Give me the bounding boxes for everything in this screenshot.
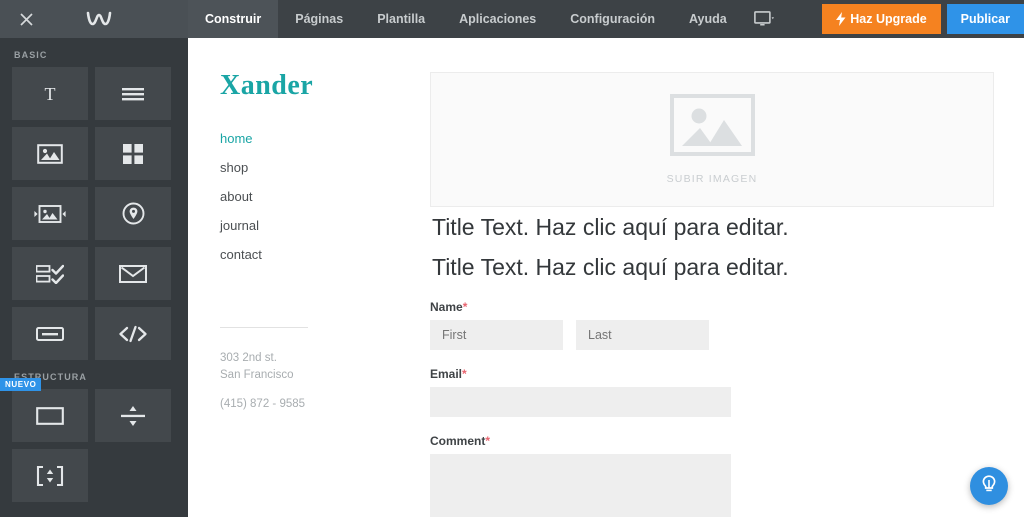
site-address: 303 2nd st. San Francisco: [188, 328, 410, 384]
tile-grid-estructura: NUEVO: [0, 378, 176, 502]
lightning-bolt-icon: [836, 12, 846, 26]
name-required-marker: *: [462, 300, 468, 314]
element-map[interactable]: [95, 187, 171, 240]
tile-grid-basic: T: [12, 67, 176, 360]
panel-header: [0, 0, 188, 38]
element-section[interactable]: NUEVO: [0, 378, 88, 442]
close-icon[interactable]: [0, 0, 52, 38]
email-input[interactable]: [430, 387, 731, 417]
tab-aplicaciones[interactable]: Aplicaciones: [442, 0, 553, 38]
monitor-dropdown-icon[interactable]: [744, 0, 785, 38]
email-field-row: [430, 387, 1024, 417]
tab-plantilla[interactable]: Plantilla: [360, 0, 442, 38]
element-slideshow[interactable]: [12, 187, 88, 240]
site-nav-home[interactable]: home: [220, 124, 410, 153]
site-main-content: SUBIR IMAGEN Title Text. Haz clic aquí p…: [430, 38, 1024, 517]
panel-body: BASIC T ESTRUCTURA NUEVO: [0, 38, 188, 502]
tab-configuracion[interactable]: Configuración: [553, 0, 672, 38]
element-form[interactable]: [12, 247, 88, 300]
upgrade-label: Haz Upgrade: [850, 12, 927, 26]
image-upload-placeholder[interactable]: SUBIR IMAGEN: [430, 72, 994, 207]
site-nav-about[interactable]: about: [220, 182, 410, 211]
image-upload-label: SUBIR IMAGEN: [666, 173, 758, 185]
field-label-comment: Comment*: [430, 434, 1024, 448]
tab-ayuda[interactable]: Ayuda: [672, 0, 744, 38]
comment-required-marker: *: [485, 434, 491, 448]
elements-panel: BASIC T ESTRUCTURA NUEVO: [0, 0, 188, 517]
site-navigation: home shop about journal contact: [188, 102, 410, 269]
element-text[interactable]: T: [12, 67, 88, 120]
element-contact[interactable]: [95, 247, 171, 300]
element-button[interactable]: [12, 307, 88, 360]
site-logo[interactable]: Xander: [188, 38, 410, 102]
title-text-2[interactable]: Title Text. Haz clic aquí para editar.: [430, 247, 1024, 287]
name-label-text: Name: [430, 300, 463, 314]
element-spacer[interactable]: [12, 449, 88, 502]
element-gallery[interactable]: [95, 127, 171, 180]
publish-button[interactable]: Publicar: [946, 4, 1024, 34]
svg-text:T: T: [45, 84, 56, 104]
top-navigation: Construir Páginas Plantilla Aplicaciones…: [188, 0, 1024, 38]
site-nav-contact[interactable]: contact: [220, 240, 410, 269]
field-label-email: Email*: [430, 367, 1024, 381]
first-name-input[interactable]: [430, 320, 563, 350]
tab-paginas[interactable]: Páginas: [278, 0, 360, 38]
badge-nuevo: NUEVO: [0, 378, 42, 391]
site-nav-shop[interactable]: shop: [220, 153, 410, 182]
weebly-editor: BASIC T ESTRUCTURA NUEVO Construir Págin…: [0, 0, 1024, 517]
element-title[interactable]: [95, 67, 171, 120]
comment-label-text: Comment: [430, 434, 486, 448]
site-nav-journal[interactable]: journal: [220, 211, 410, 240]
site-phone: (415) 872 - 9585: [220, 398, 306, 410]
contact-form: Name* Email* Comment*: [430, 287, 1024, 517]
address-line-2: San Francisco: [220, 369, 294, 381]
address-line-1: 303 2nd st.: [220, 352, 277, 364]
email-required-marker: *: [462, 367, 467, 381]
element-divider[interactable]: [95, 389, 171, 442]
section-title-basic: BASIC: [14, 50, 48, 60]
tab-construir[interactable]: Construir: [188, 0, 279, 38]
title-text-1[interactable]: Title Text. Haz clic aquí para editar.: [430, 207, 1024, 247]
help-button[interactable]: [970, 467, 1008, 505]
site-sidebar: Xander home shop about journal contact 3…: [188, 38, 410, 517]
lightbulb-icon: [980, 474, 998, 499]
name-field-row: [430, 320, 1024, 350]
element-embed-code[interactable]: [95, 307, 171, 360]
field-label-name: Name*: [430, 300, 1024, 314]
upgrade-button[interactable]: Haz Upgrade: [822, 4, 941, 34]
element-image[interactable]: [12, 127, 88, 180]
last-name-input[interactable]: [576, 320, 709, 350]
site-canvas: Xander home shop about journal contact 3…: [188, 38, 1024, 517]
comment-textarea[interactable]: [430, 454, 731, 517]
weebly-logo-icon: [52, 10, 146, 28]
photo-placeholder-icon: [669, 94, 755, 161]
email-label-text: Email: [430, 367, 463, 381]
